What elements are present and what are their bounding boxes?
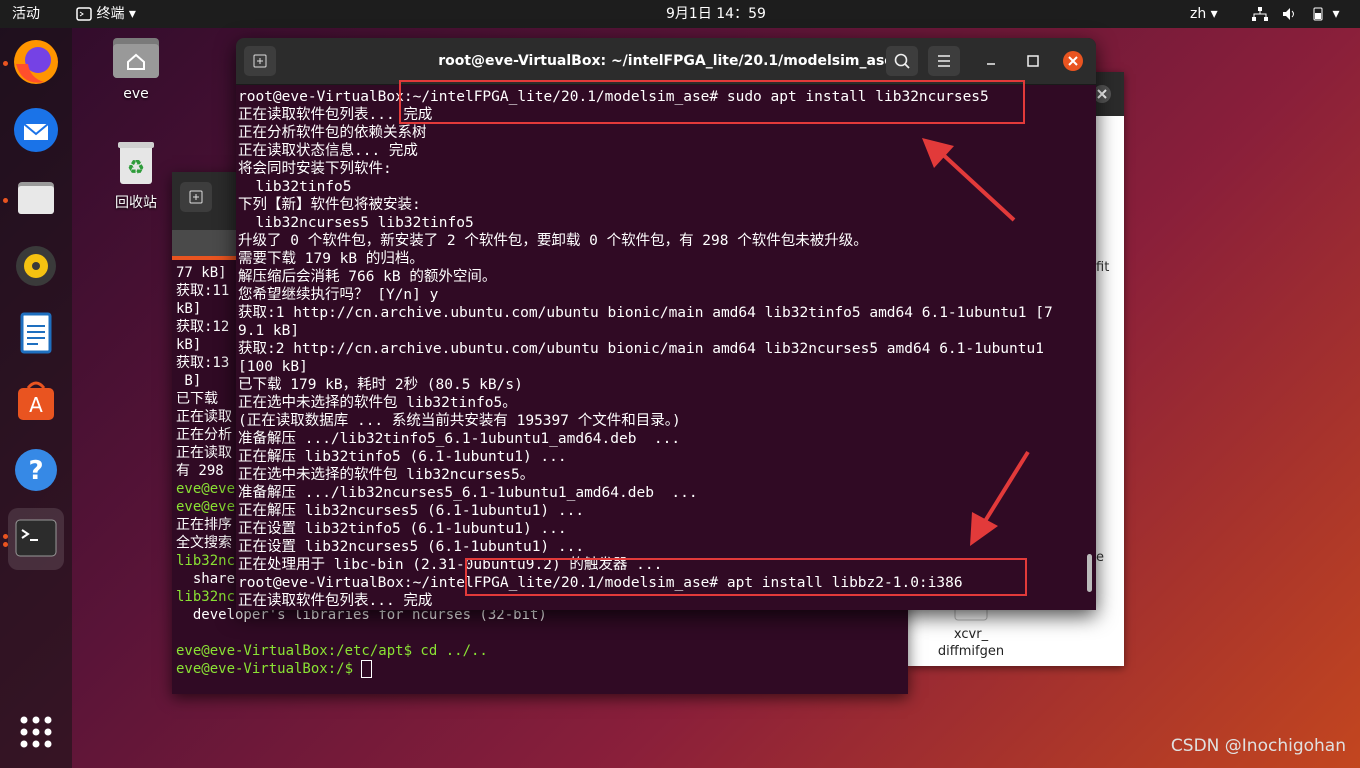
file-item-label: xcvr_ diffmifgen [937, 627, 1005, 659]
highlight-box-command-2 [465, 558, 1027, 596]
terminal-line: 需要下载 179 kB 的归档。 [238, 251, 424, 267]
new-tab-button[interactable] [180, 182, 212, 212]
svg-text:A: A [29, 393, 43, 417]
trash-icon: ♻ [118, 142, 154, 184]
dropdown-arrow-icon: ▾ [128, 6, 136, 22]
search-button[interactable] [886, 46, 918, 76]
home-folder-label: eve [123, 86, 149, 102]
close-icon[interactable] [1062, 50, 1084, 72]
terminal-dock-icon[interactable] [8, 508, 64, 570]
back-terminal-line: eve@eve-VirtualBox:/etc/apt$ cd ../.. [176, 643, 488, 659]
show-applications-icon[interactable] [8, 704, 64, 760]
minimize-icon[interactable] [982, 52, 1000, 70]
terminal-titlebar: root@eve-VirtualBox: ~/intelFPGA_lite/20… [236, 38, 1096, 85]
terminal-line: [100 kB] [238, 359, 308, 375]
terminal-line: 正在解压 lib32tinfo5 (6.1-1ubuntu1) ... [238, 449, 567, 465]
search-icon [894, 53, 910, 69]
terminal-line: 正在设置 lib32tinfo5 (6.1-1ubuntu1) ... [238, 521, 567, 537]
activities-button[interactable]: 活动 [12, 0, 40, 28]
text-cursor [361, 660, 373, 678]
menu-button[interactable] [928, 46, 960, 76]
dock: A ? [0, 28, 72, 768]
new-tab-button[interactable] [244, 46, 276, 76]
svg-text:♻: ♻ [127, 155, 145, 179]
files-icon[interactable] [8, 170, 64, 226]
volume-icon[interactable] [1282, 0, 1298, 28]
file-manager-side-text: fit [1096, 260, 1110, 275]
thunderbird-icon[interactable] [8, 102, 64, 158]
terminal-line: 获取:1 http://cn.archive.ubuntu.com/ubuntu… [238, 305, 1053, 321]
desktop-home-folder[interactable]: eve [91, 36, 181, 102]
terminal-line: (正在读取数据库 ... 系统当前共安装有 195397 个文件和目录。) [238, 413, 681, 429]
file-manager-side-text: e [1096, 550, 1104, 565]
red-arrow-2 [970, 450, 1030, 546]
terminal-line: 升级了 0 个软件包，新安装了 2 个软件包，要卸载 0 个软件包，有 298 … [238, 233, 868, 249]
svg-text:?: ? [28, 456, 43, 486]
home-folder-icon [113, 38, 159, 78]
highlight-box-command-1 [399, 80, 1025, 124]
terminal-line: 9.1 kB] [238, 323, 300, 339]
terminal-line: 正在解压 lib32ncurses5 (6.1-1ubuntu1) ... [238, 503, 585, 519]
new-tab-icon [189, 190, 203, 204]
hamburger-menu-icon [938, 55, 950, 67]
help-icon[interactable]: ? [8, 442, 64, 498]
new-tab-icon [253, 54, 267, 68]
terminal-line: 正在选中未选择的软件包 lib32tinfo5。 [238, 395, 517, 411]
terminal-line: 已下载 179 kB，耗时 2秒 (80.5 kB/s) [238, 377, 523, 393]
back-terminal-line [176, 624, 547, 642]
red-arrow-1 [922, 138, 1016, 222]
rhythmbox-icon[interactable] [8, 238, 64, 294]
terminal-line: 准备解压 .../lib32ncurses5_6.1-1ubuntu1_amd6… [238, 485, 698, 501]
clock[interactable]: 9月1日 14：59 [666, 0, 766, 28]
battery-icon[interactable]: ▾ [1310, 0, 1339, 28]
terminal-line: 解压缩后会消耗 766 kB 的额外空间。 [238, 269, 497, 285]
firefox-icon[interactable] [8, 34, 64, 90]
trash-label: 回收站 [115, 195, 157, 211]
terminal-line: 准备解压 .../lib32tinfo5_6.1-1ubuntu1_amd64.… [238, 431, 681, 447]
maximize-icon[interactable] [1024, 52, 1042, 70]
terminal-title: root@eve-VirtualBox: ~/intelFPGA_lite/20… [438, 53, 894, 69]
language-indicator[interactable]: zh ▾ [1190, 0, 1218, 28]
terminal-app-menu[interactable]: 终端 ▾ [76, 0, 136, 28]
software-center-icon[interactable]: A [8, 374, 64, 430]
terminal-small-icon [76, 7, 92, 21]
terminal-line: 获取:2 http://cn.archive.ubuntu.com/ubuntu… [238, 341, 1044, 357]
lang-label: zh [1190, 6, 1207, 22]
back-terminal-line: eve@eve-VirtualBox:/$ [176, 660, 547, 678]
terminal-line: 您希望继续执行吗？ [Y/n] y [238, 287, 439, 303]
desktop-trash[interactable]: ♻ 回收站 [91, 140, 181, 212]
network-icon[interactable] [1252, 0, 1268, 28]
writer-icon[interactable] [8, 306, 64, 362]
terminal-line: 正在设置 lib32ncurses5 (6.1-1ubuntu1) ... [238, 539, 585, 555]
watermark: CSDN @Inochigohan [1170, 736, 1346, 756]
app-menu-label: 终端 [96, 6, 125, 22]
scrollbar-thumb[interactable] [1087, 554, 1092, 592]
terminal-line: 正在选中未选择的软件包 lib32ncurses5。 [238, 467, 535, 483]
top-bar: 活动 终端 ▾ 9月1日 14：59 zh ▾ ▾ [0, 0, 1360, 28]
